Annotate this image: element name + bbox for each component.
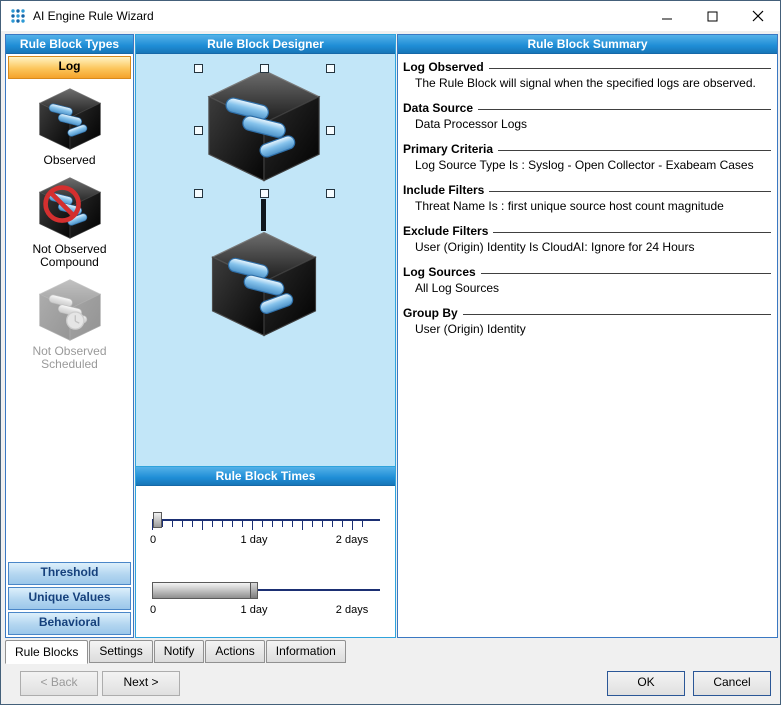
app-logo-icon: [10, 8, 26, 24]
rule-block-times-header: Rule Block Times: [136, 467, 395, 486]
selection-handle[interactable]: [260, 64, 269, 73]
rule-block-times-body: 0 1 day 2 days 0 1 day 2 days: [136, 486, 395, 637]
wizard-tab-bar: Rule Blocks Settings Notify Actions Info…: [5, 640, 776, 663]
type-item-not-observed-scheduled: Not Observed Scheduled: [15, 278, 125, 371]
observed-cube-icon: [37, 87, 103, 151]
slider-label: 2 days: [336, 604, 368, 616]
summary-section-title: Log Observed: [403, 60, 489, 74]
time-slider-1[interactable]: 0 1 day 2 days: [152, 508, 380, 550]
type-item-label: Not Observed Compound: [15, 243, 125, 269]
summary-section-text: User (Origin) Identity Is CloudAI: Ignor…: [403, 238, 771, 254]
section-divider: [489, 68, 771, 69]
summary-section-exclude-filters: Exclude Filters User (Origin) Identity I…: [403, 224, 771, 254]
slider-label: 1 day: [241, 604, 268, 616]
slider-thumb[interactable]: [153, 512, 162, 528]
section-divider: [478, 109, 771, 110]
designer-cube-selected[interactable]: [204, 68, 324, 183]
summary-section-data-source: Data Source Data Processor Logs: [403, 101, 771, 131]
summary-body: Log Observed The Rule Block will signal …: [398, 54, 777, 637]
designer-cube-second[interactable]: [208, 230, 320, 338]
summary-section-text: Data Processor Logs: [403, 115, 771, 131]
footer: < Back Next > OK Cancel: [1, 669, 780, 703]
section-divider: [489, 191, 771, 192]
back-button[interactable]: < Back: [20, 671, 98, 696]
slider-label: 1 day: [241, 534, 268, 546]
slider-range-end[interactable]: [250, 583, 257, 598]
summary-section-text: User (Origin) Identity: [403, 320, 771, 336]
section-divider: [481, 273, 771, 274]
selection-handle[interactable]: [194, 126, 203, 135]
rule-block-designer-panel: Rule Block Designer Rule Block Times: [135, 34, 396, 638]
category-threshold-button[interactable]: Threshold: [8, 562, 131, 585]
slider-label: 0: [150, 604, 156, 616]
summary-section-text: Log Source Type Is : Syslog - Open Colle…: [403, 156, 771, 172]
designer-canvas[interactable]: [136, 54, 395, 467]
summary-section-text: Threat Name Is : first unique source hos…: [403, 197, 771, 213]
summary-section-title: Exclude Filters: [403, 224, 493, 238]
summary-section-primary-criteria: Primary Criteria Log Source Type Is : Sy…: [403, 142, 771, 172]
rule-block-types-header: Rule Block Types: [6, 35, 133, 54]
category-behavioral-button[interactable]: Behavioral: [8, 612, 131, 635]
summary-section-title: Primary Criteria: [403, 142, 498, 156]
minimize-icon: [662, 11, 673, 22]
tab-rule-blocks[interactable]: Rule Blocks: [5, 640, 88, 664]
section-divider: [498, 150, 771, 151]
selection-handle[interactable]: [194, 189, 203, 198]
rule-block-designer-header: Rule Block Designer: [136, 35, 395, 54]
time-slider-2[interactable]: 0 1 day 2 days: [152, 578, 380, 620]
summary-section-title: Data Source: [403, 101, 478, 115]
block-connector: [261, 199, 266, 231]
summary-section-group-by: Group By User (Origin) Identity: [403, 306, 771, 336]
maximize-icon: [707, 11, 718, 22]
minimize-button[interactable]: [645, 1, 690, 31]
section-divider: [463, 314, 771, 315]
close-icon: [752, 10, 764, 22]
category-log-button[interactable]: Log: [8, 56, 131, 79]
summary-section-log-observed: Log Observed The Rule Block will signal …: [403, 60, 771, 90]
tab-information[interactable]: Information: [266, 640, 346, 663]
summary-section-text: The Rule Block will signal when the spec…: [403, 74, 771, 90]
ok-button[interactable]: OK: [607, 671, 685, 696]
category-unique-values-button[interactable]: Unique Values: [8, 587, 131, 610]
rule-block-types-panel: Rule Block Types Log Observed Not Observ…: [5, 34, 134, 638]
title-bar: AI Engine Rule Wizard: [1, 1, 780, 31]
type-item-label: Observed: [43, 154, 95, 167]
not-observed-scheduled-icon: [37, 278, 103, 342]
slider-ticks: [152, 521, 364, 530]
section-divider: [493, 232, 771, 233]
selection-handle[interactable]: [326, 126, 335, 135]
selection-handle[interactable]: [260, 189, 269, 198]
slider-label: 2 days: [336, 534, 368, 546]
summary-section-title: Include Filters: [403, 183, 489, 197]
tab-settings[interactable]: Settings: [89, 640, 152, 663]
tab-actions[interactable]: Actions: [205, 640, 264, 663]
slider-label: 0: [150, 534, 156, 546]
selection-handle[interactable]: [326, 64, 335, 73]
slider-range-bar[interactable]: [152, 582, 258, 599]
close-button[interactable]: [735, 1, 780, 31]
window-title: AI Engine Rule Wizard: [33, 9, 154, 23]
rule-block-summary-panel: Rule Block Summary Log Observed The Rule…: [397, 34, 778, 638]
next-button[interactable]: Next >: [102, 671, 180, 696]
ai-engine-rule-wizard-window: AI Engine Rule Wizard Rule Block Types L…: [0, 0, 781, 705]
type-item-label: Not Observed Scheduled: [15, 345, 125, 371]
cancel-button[interactable]: Cancel: [693, 671, 771, 696]
summary-section-title: Log Sources: [403, 265, 481, 279]
selection-handle[interactable]: [326, 189, 335, 198]
not-observed-compound-icon: [37, 176, 103, 240]
selection-handle[interactable]: [194, 64, 203, 73]
type-item-not-observed-compound[interactable]: Not Observed Compound: [15, 176, 125, 269]
summary-section-include-filters: Include Filters Threat Name Is : first u…: [403, 183, 771, 213]
tab-notify[interactable]: Notify: [154, 640, 205, 663]
summary-section-title: Group By: [403, 306, 463, 320]
maximize-button[interactable]: [690, 1, 735, 31]
type-item-observed[interactable]: Observed: [15, 87, 125, 167]
summary-section-text: All Log Sources: [403, 279, 771, 295]
rule-block-summary-header: Rule Block Summary: [398, 35, 777, 54]
summary-section-log-sources: Log Sources All Log Sources: [403, 265, 771, 295]
